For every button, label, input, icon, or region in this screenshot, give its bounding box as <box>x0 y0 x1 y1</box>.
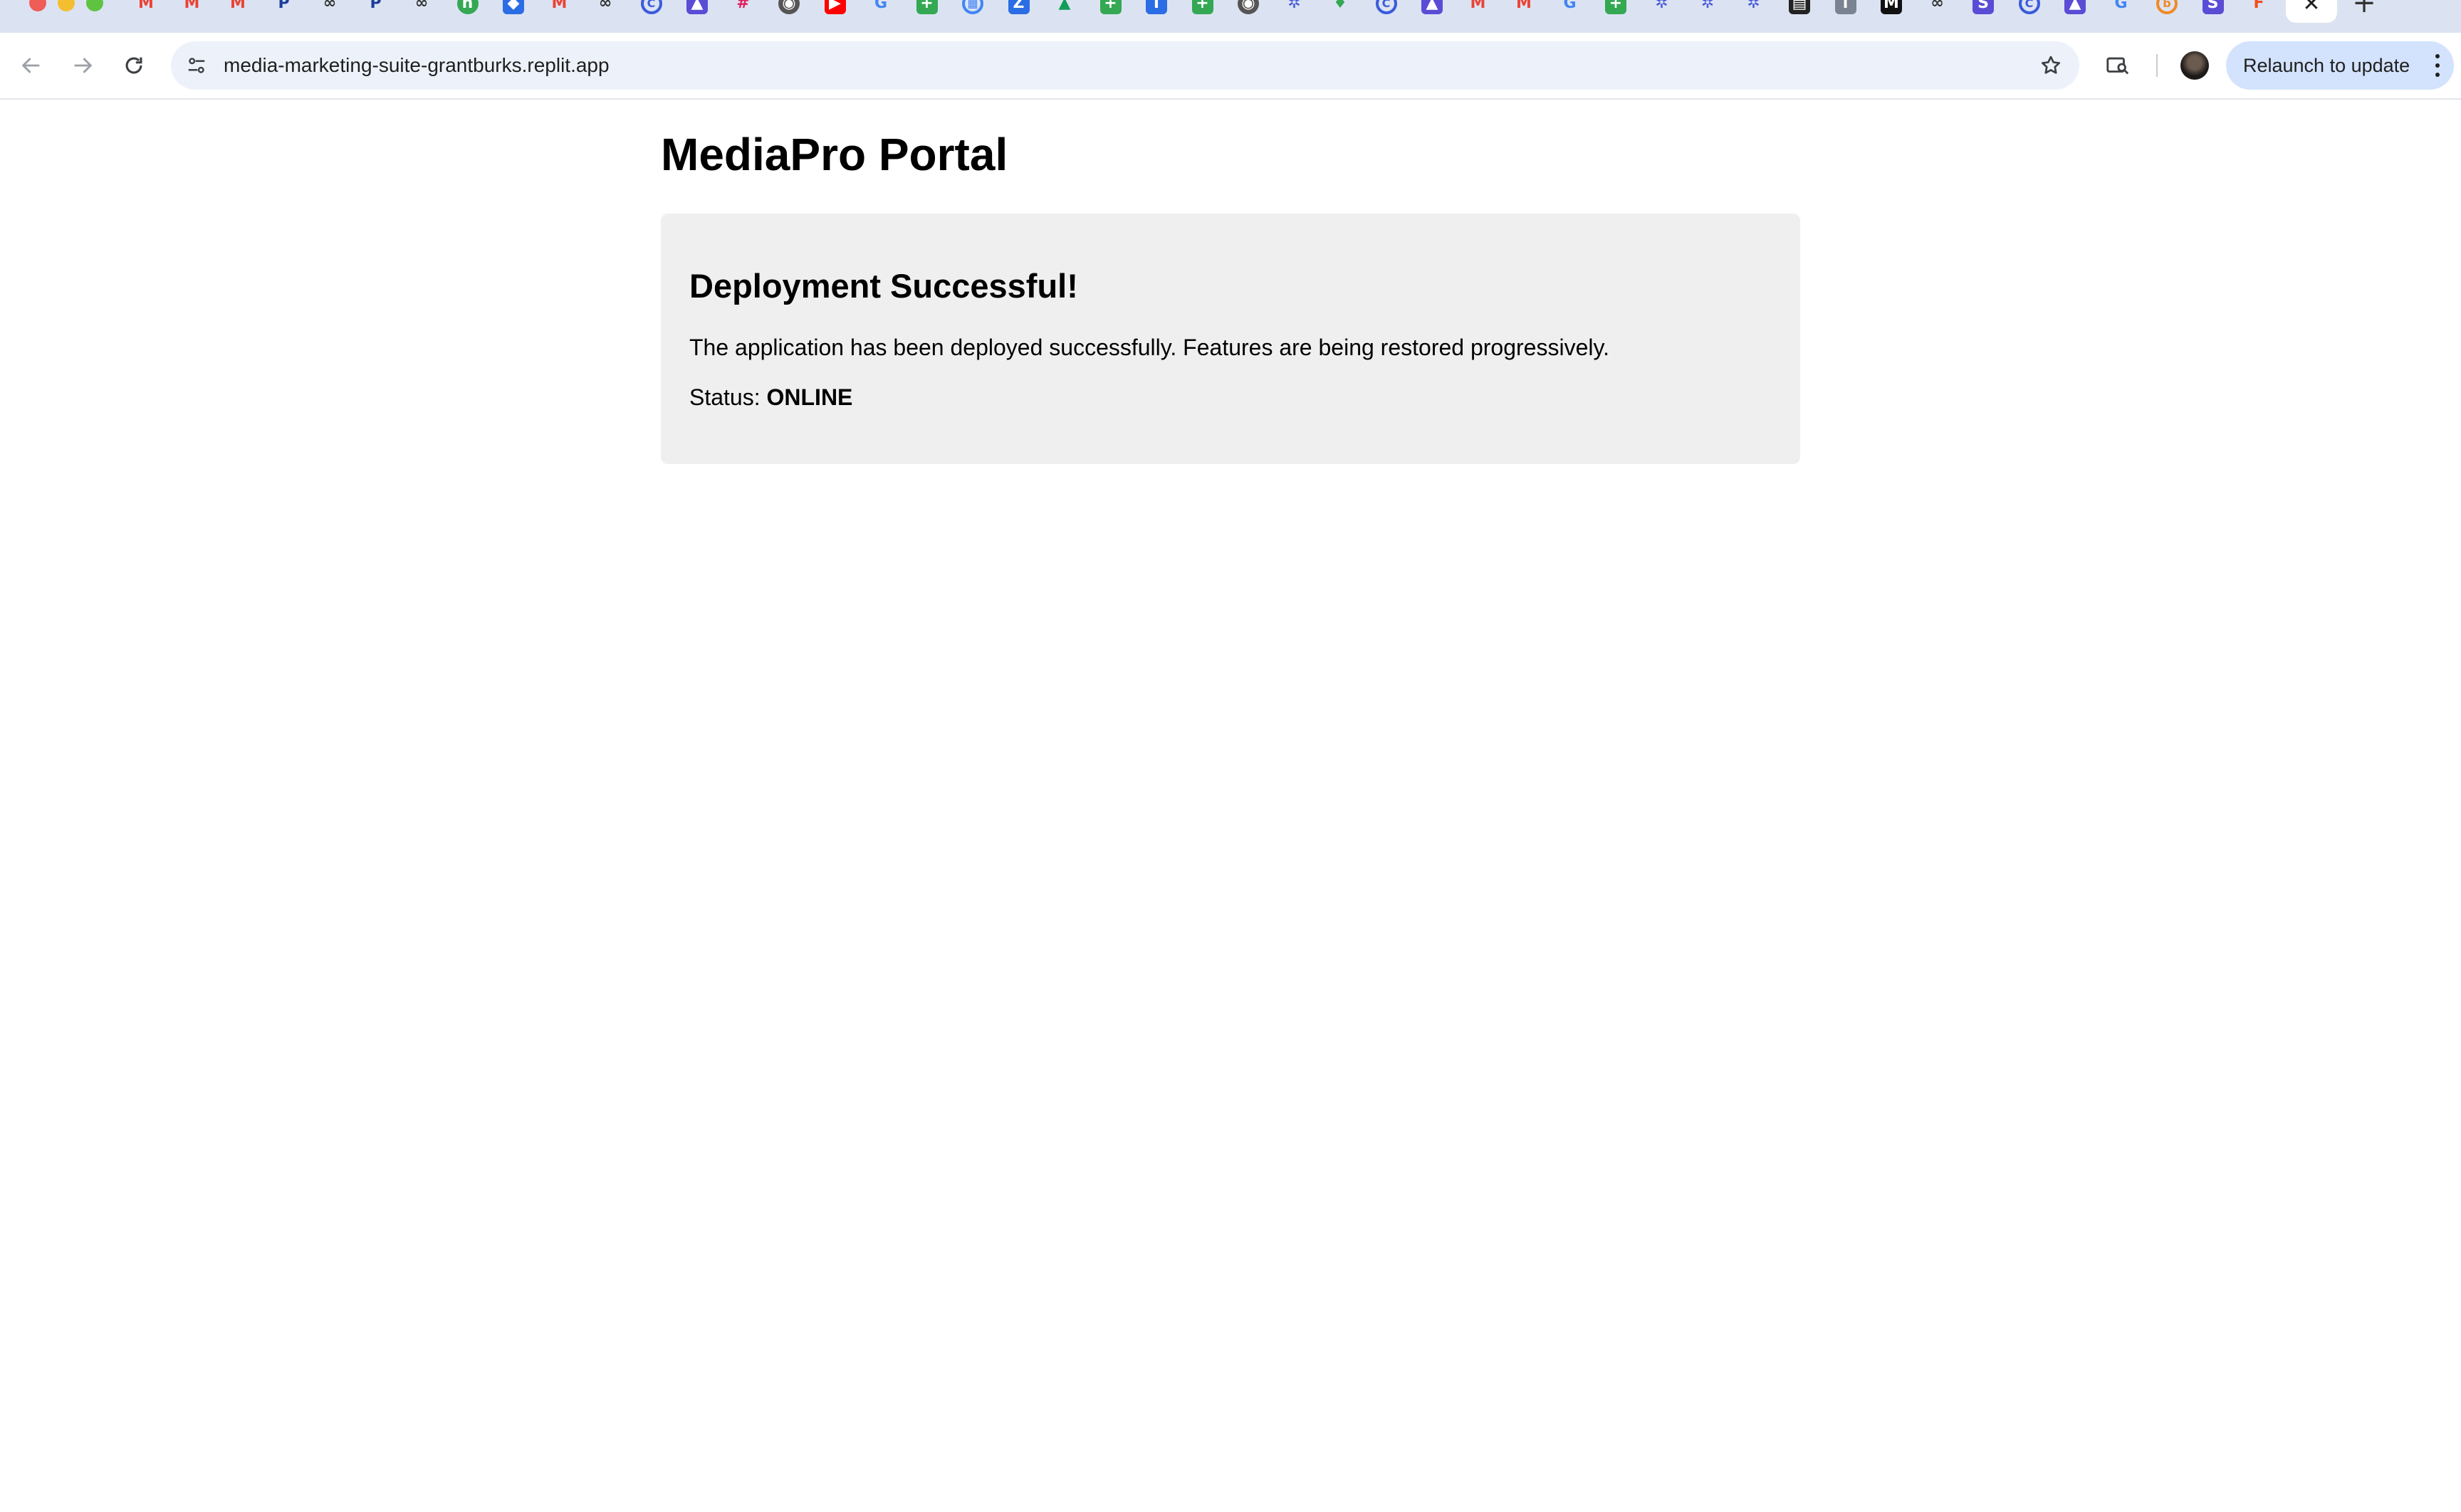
reload-icon <box>125 57 142 74</box>
reload-button[interactable] <box>115 47 152 84</box>
tab-strip: M M M P ∞ P ∞ h ◆ M ∞ C ▲ # ◉ ▶ G + ▦ Z ▲ + I + ◉ ✲ ♦ C ▲ M M G + ✲ ✲ ✲ ▤ i M ∞… <box>0 0 2461 33</box>
bookmark-star-icon[interactable] <box>2037 51 2065 80</box>
page-title: MediaPro Portal <box>661 129 1008 180</box>
link-icon[interactable]: ∞ <box>1927 0 1948 14</box>
maps-icon[interactable]: ♦ <box>1329 0 1351 14</box>
forward-arrow-icon <box>74 58 93 73</box>
gmail-icon[interactable]: M <box>1468 0 1489 14</box>
deployment-status-card: Deployment Successful! The application h… <box>661 214 1800 464</box>
minimize-window-button[interactable] <box>58 0 75 11</box>
back-arrow-icon <box>21 58 40 73</box>
forward-button[interactable] <box>64 47 101 84</box>
sheets-icon[interactable]: + <box>916 0 938 14</box>
search-tab-icon[interactable] <box>2101 48 2135 83</box>
dark-app-icon[interactable]: ▤ <box>1789 0 1810 14</box>
gear-icon[interactable]: ✲ <box>1651 0 1673 14</box>
paypal-icon[interactable]: P <box>365 0 387 14</box>
gmail-icon[interactable]: M <box>227 0 249 14</box>
grey-doc-icon[interactable]: i <box>1834 0 1856 14</box>
link-icon[interactable]: ∞ <box>595 0 616 14</box>
status-label: Status: <box>689 384 767 410</box>
back-button[interactable] <box>13 47 50 84</box>
status-line: Status: ONLINE <box>689 384 852 411</box>
page-content: MediaPro Portal Deployment Successful! T… <box>0 100 2461 1512</box>
purple-app-icon[interactable]: S <box>1973 0 1994 14</box>
card-heading: Deployment Successful! <box>689 267 1078 305</box>
blue-circle-icon[interactable]: C <box>640 0 662 14</box>
google-icon[interactable]: G <box>870 0 892 14</box>
sheets-icon[interactable]: + <box>1191 0 1213 14</box>
calendar-icon[interactable]: ▦ <box>962 0 983 14</box>
tab-list: M M M P ∞ P ∞ h ◆ M ∞ C ▲ # ◉ ▶ G + ▦ Z ▲ + I + ◉ ✲ ♦ C ▲ M M G + ✲ ✲ ✲ ▤ i M ∞… <box>135 0 2294 16</box>
browser-window: M M M P ∞ P ∞ h ◆ M ∞ C ▲ # ◉ ▶ G + ▦ Z ▲ + I + ◉ ✲ ♦ C ▲ M M G + ✲ ✲ ✲ ▤ i M ∞… <box>0 0 2461 1512</box>
blue-circle-icon[interactable]: C <box>2018 0 2040 14</box>
new-tab-button[interactable]: + <box>2351 0 2377 19</box>
green-app-icon[interactable]: h <box>456 0 479 14</box>
figma-icon[interactable]: F <box>2248 0 2269 14</box>
google-icon[interactable]: G <box>1559 0 1581 14</box>
blue-circle-icon[interactable]: C <box>1375 0 1397 14</box>
photo-icon[interactable]: ▲ <box>686 0 708 14</box>
gmail-icon[interactable]: M <box>135 0 157 14</box>
close-tab-icon[interactable]: ✕ <box>2299 0 2324 16</box>
photo-icon[interactable]: ▲ <box>1421 0 1443 14</box>
relaunch-label: Relaunch to update <box>2243 54 2410 76</box>
close-window-button[interactable] <box>29 0 46 11</box>
sheets-icon[interactable]: + <box>1605 0 1626 14</box>
drive-icon[interactable]: ▲ <box>1054 0 1075 14</box>
gear-icon[interactable]: ✲ <box>1697 0 1718 14</box>
photo-icon[interactable]: ▲ <box>2064 0 2086 14</box>
gmail-icon[interactable]: M <box>549 0 570 14</box>
profile-avatar[interactable] <box>2180 51 2209 80</box>
maximize-window-button[interactable] <box>86 0 103 11</box>
slack-icon[interactable]: # <box>733 0 754 14</box>
browser-toolbar: media-marketing-suite-grantburks.replit.… <box>0 33 2461 100</box>
globe-icon[interactable]: ◉ <box>778 0 800 14</box>
link-icon[interactable]: ∞ <box>319 0 340 14</box>
toolbar-divider <box>2156 54 2158 77</box>
relaunch-button[interactable]: Relaunch to update <box>2226 41 2454 90</box>
sheets-icon[interactable]: + <box>1099 0 1122 14</box>
blue-doc-icon[interactable]: I <box>1146 0 1167 14</box>
dropbox-icon[interactable]: ◆ <box>503 0 524 14</box>
blue-doc-icon[interactable]: Z <box>1008 0 1030 14</box>
medium-icon[interactable]: M <box>1881 0 1902 14</box>
site-info-icon[interactable] <box>182 51 211 80</box>
gear-icon[interactable]: ✲ <box>1743 0 1765 14</box>
orange-circle-icon[interactable]: b <box>2156 0 2178 14</box>
gear-icon[interactable]: ✲ <box>1284 0 1305 14</box>
card-message: The application has been deployed succes… <box>689 335 1609 360</box>
link-icon[interactable]: ∞ <box>411 0 432 14</box>
paypal-icon[interactable]: P <box>273 0 295 14</box>
youtube-icon[interactable]: ▶ <box>824 0 846 14</box>
globe-icon[interactable]: ◉ <box>1238 0 1259 14</box>
gmail-icon[interactable]: M <box>1513 0 1535 14</box>
purple-app-icon[interactable]: S <box>2202 0 2224 14</box>
gmail-icon[interactable]: M <box>182 0 203 14</box>
address-bar[interactable]: media-marketing-suite-grantburks.replit.… <box>171 41 2079 90</box>
google-icon[interactable]: G <box>2111 0 2132 14</box>
status-value: ONLINE <box>766 384 853 410</box>
url-text[interactable]: media-marketing-suite-grantburks.replit.… <box>224 41 610 90</box>
menu-kebab-icon[interactable] <box>2434 54 2441 77</box>
